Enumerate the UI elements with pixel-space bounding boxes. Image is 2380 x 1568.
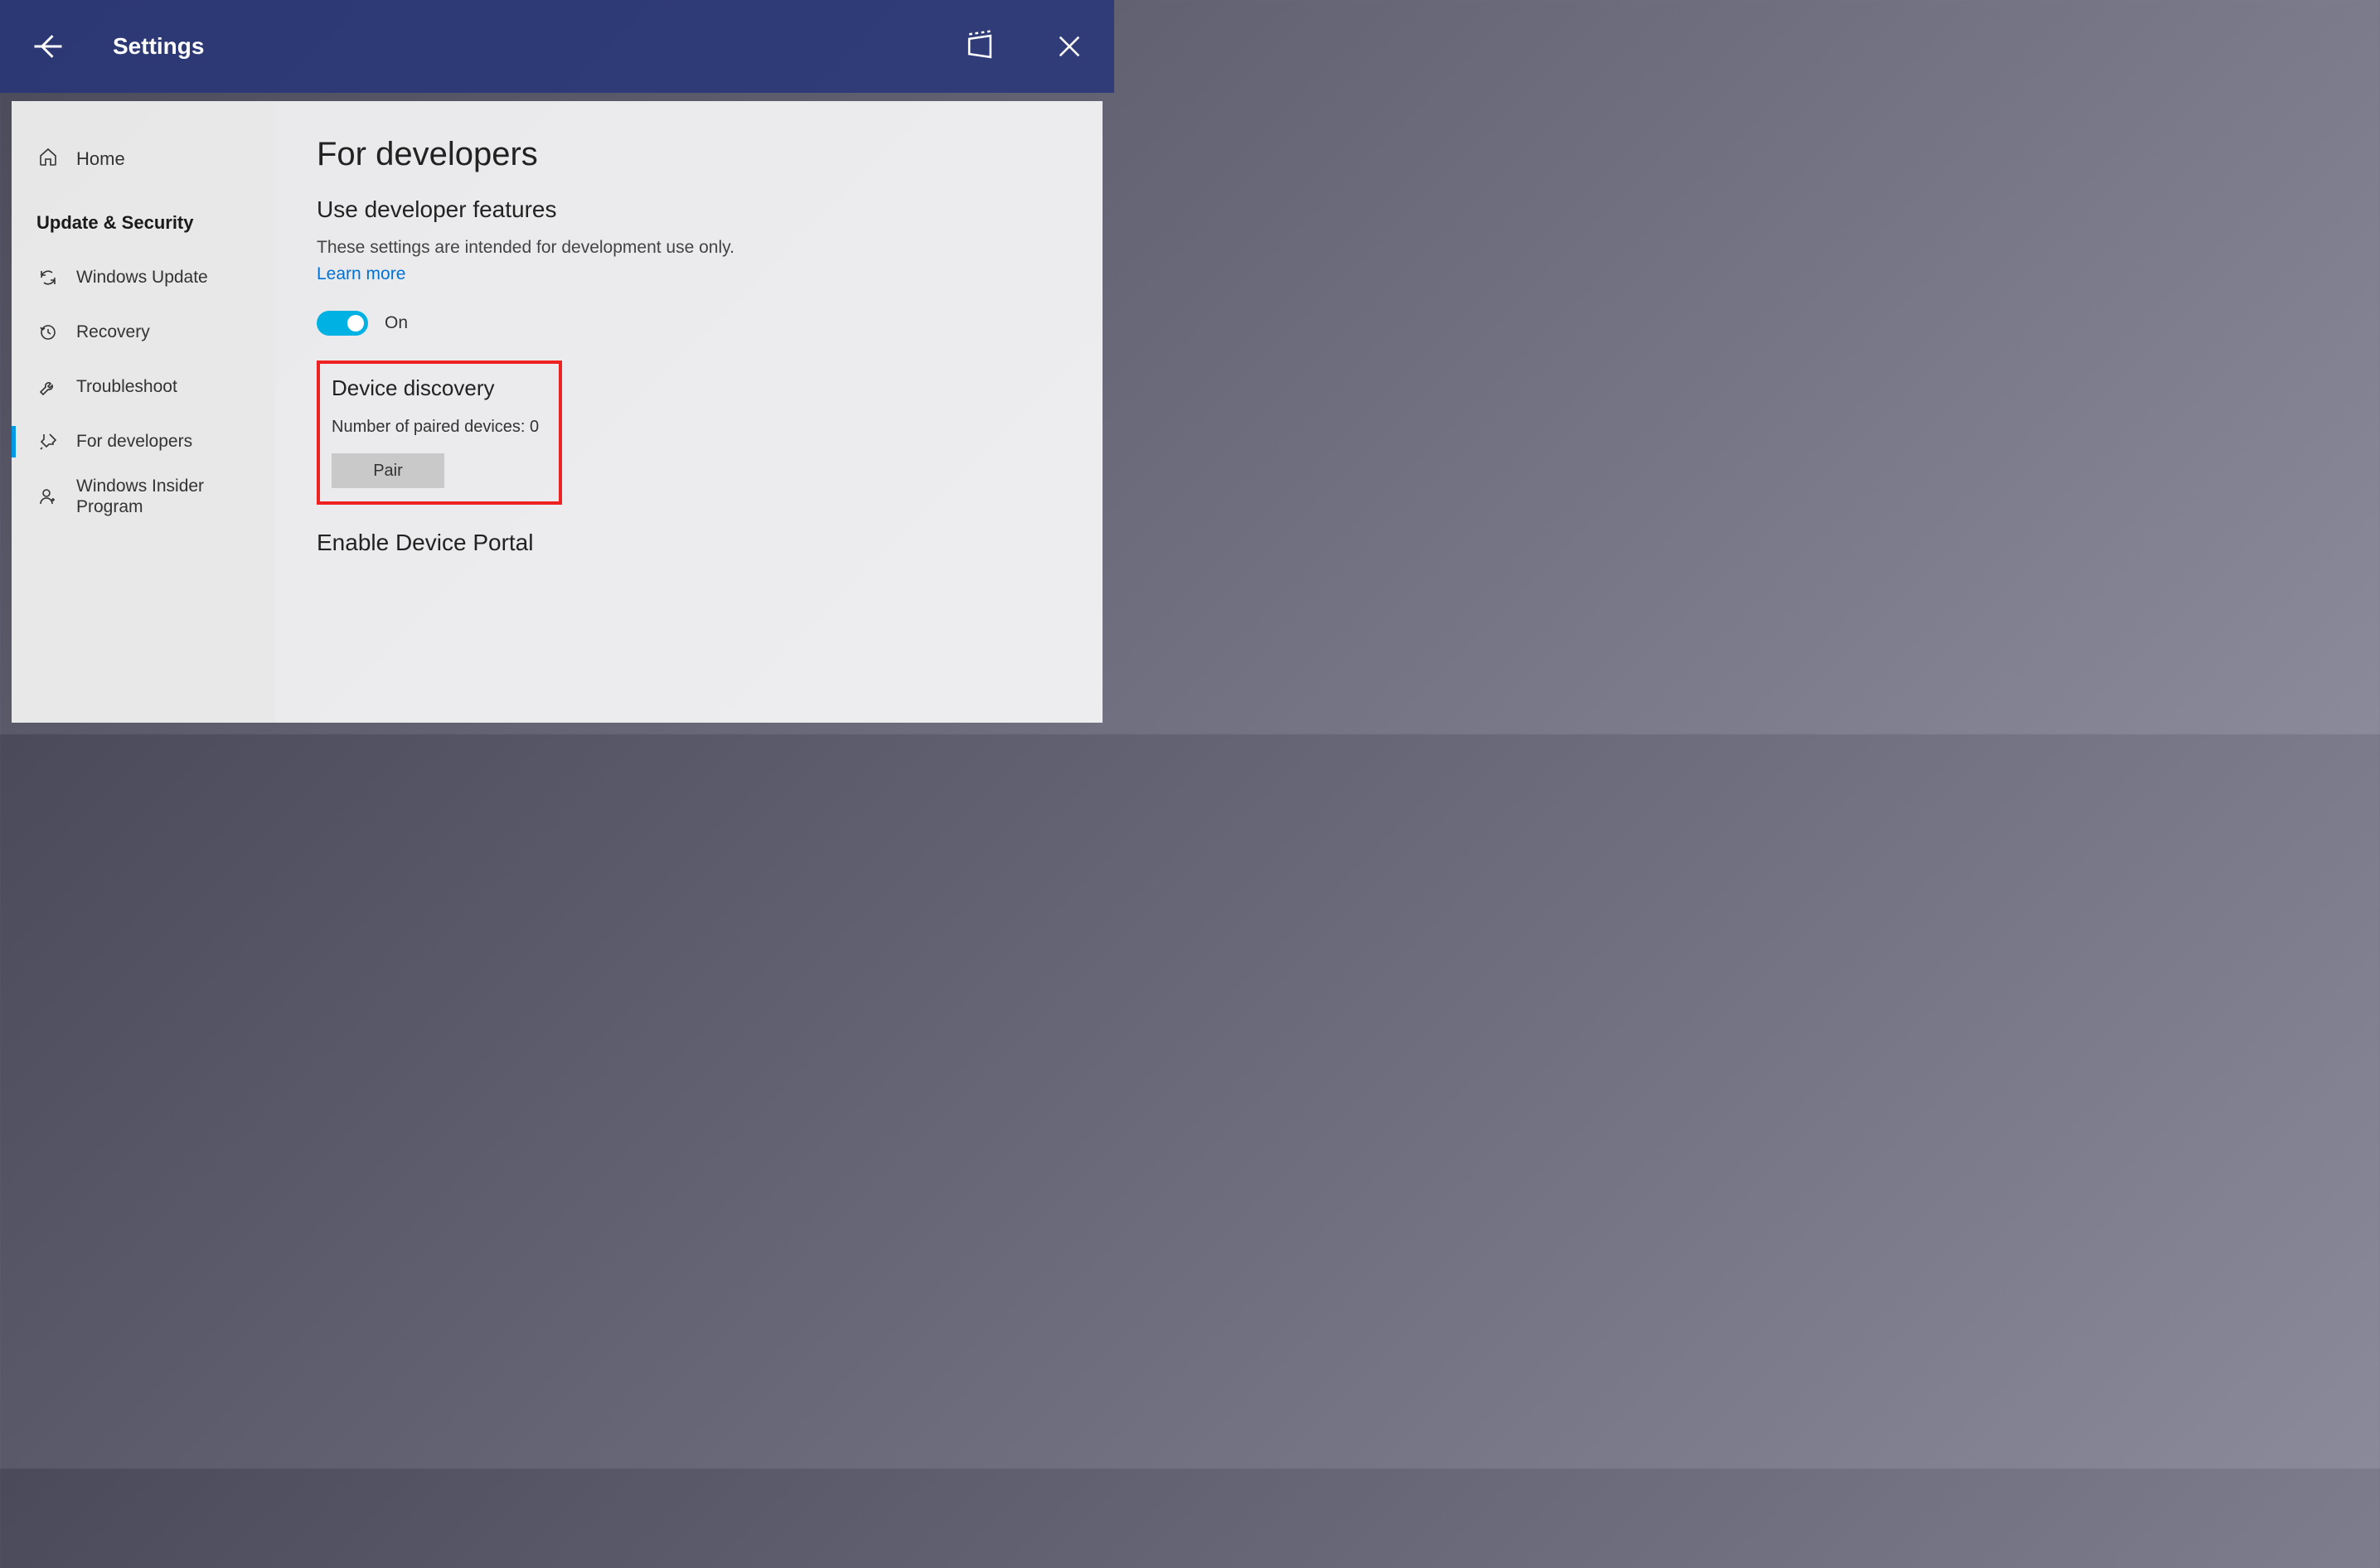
app-body: Home Update & Security Windows Update Re… bbox=[12, 101, 1103, 723]
close-button[interactable] bbox=[1049, 27, 1089, 66]
sidebar-item-for-developers[interactable]: For developers bbox=[12, 414, 275, 469]
device-discovery-highlight: Device discovery Number of paired device… bbox=[317, 361, 562, 505]
learn-more-link[interactable]: Learn more bbox=[317, 264, 405, 284]
dev-features-desc: These settings are intended for developm… bbox=[317, 238, 1061, 258]
page-title: For developers bbox=[317, 136, 1061, 173]
dev-features-heading: Use developer features bbox=[317, 196, 1061, 223]
pair-button[interactable]: Pair bbox=[332, 453, 444, 488]
window-mode-icon[interactable] bbox=[960, 27, 1000, 66]
sidebar-item-label: Windows Insider Program bbox=[76, 476, 217, 517]
tools-icon bbox=[38, 432, 60, 452]
sidebar-group-label: Update & Security bbox=[12, 182, 275, 250]
sync-icon bbox=[38, 268, 60, 288]
sidebar-home[interactable]: Home bbox=[12, 136, 275, 182]
sidebar-item-insider-program[interactable]: Windows Insider Program bbox=[12, 469, 275, 524]
sidebar-item-troubleshoot[interactable]: Troubleshoot bbox=[12, 360, 275, 414]
person-icon bbox=[38, 486, 60, 506]
wrench-icon bbox=[38, 377, 60, 397]
titlebar: Settings bbox=[0, 0, 1114, 93]
back-button[interactable] bbox=[25, 23, 71, 70]
sidebar-home-label: Home bbox=[76, 148, 125, 170]
toggle-state-label: On bbox=[385, 313, 408, 333]
sidebar-item-label: Recovery bbox=[76, 322, 150, 342]
home-icon bbox=[38, 147, 60, 172]
device-discovery-heading: Device discovery bbox=[332, 375, 547, 401]
enable-device-portal-heading: Enable Device Portal bbox=[317, 530, 1061, 556]
sidebar-item-label: For developers bbox=[76, 431, 192, 452]
sidebar-item-label: Windows Update bbox=[76, 267, 208, 288]
sidebar: Home Update & Security Windows Update Re… bbox=[12, 101, 275, 723]
app-title: Settings bbox=[113, 33, 204, 60]
sidebar-item-label: Troubleshoot bbox=[76, 376, 177, 397]
history-icon bbox=[38, 322, 60, 342]
sidebar-item-recovery[interactable]: Recovery bbox=[12, 305, 275, 360]
content-area: For developers Use developer features Th… bbox=[275, 101, 1103, 723]
dev-features-toggle[interactable] bbox=[317, 311, 368, 336]
sidebar-item-windows-update[interactable]: Windows Update bbox=[12, 250, 275, 305]
paired-devices-count: Number of paired devices: 0 bbox=[332, 418, 547, 437]
